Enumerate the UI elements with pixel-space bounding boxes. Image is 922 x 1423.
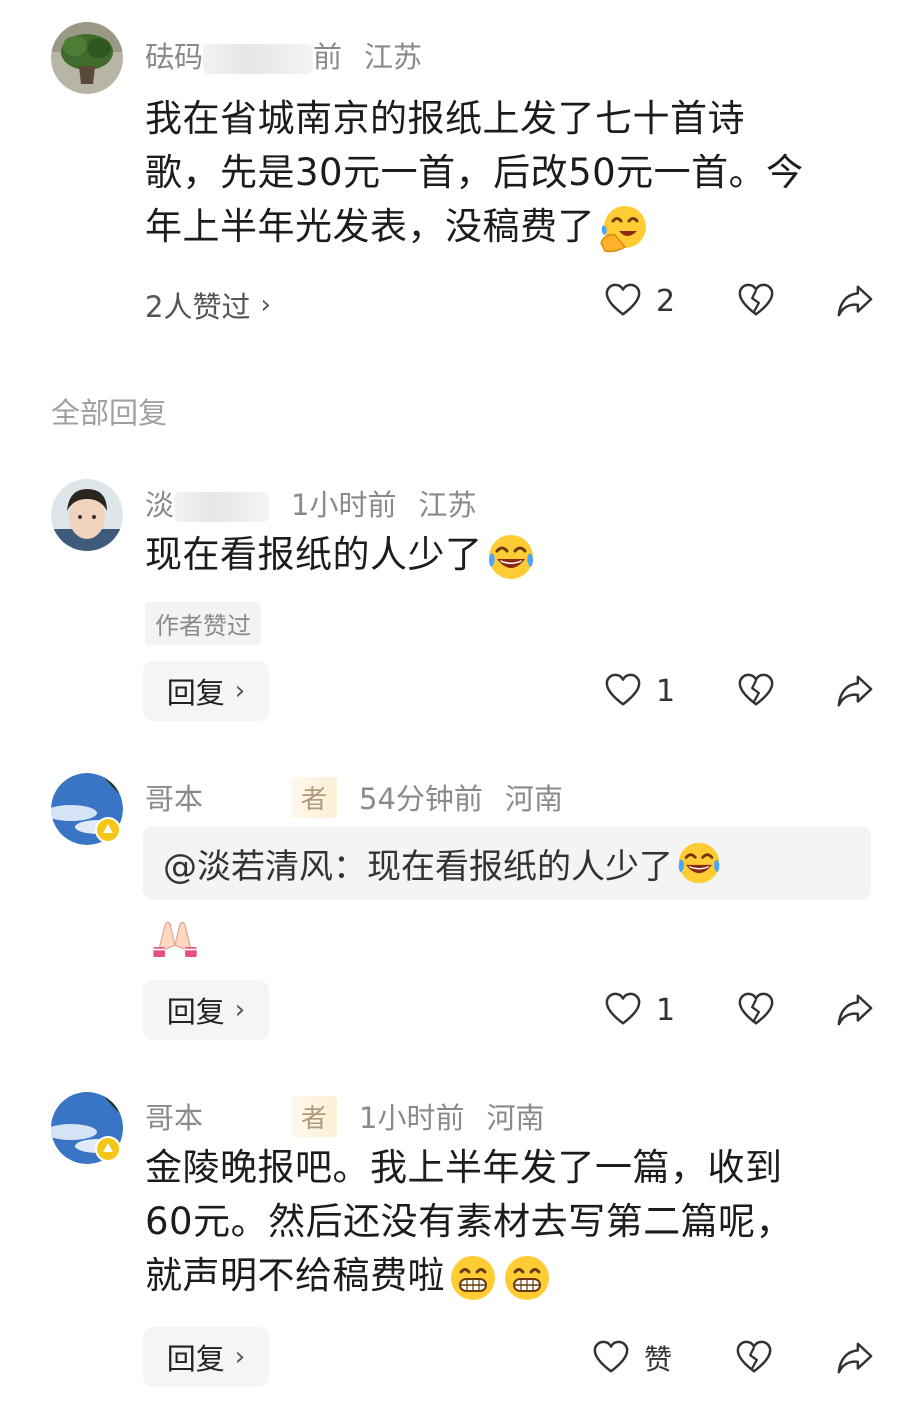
broken-heart-icon [737,991,775,1029]
grinning-face-emoji [501,1252,553,1304]
blurred-username [203,782,292,812]
location: 江苏 [364,40,423,74]
heart-icon [592,1339,630,1377]
tears-of-joy-emoji [675,839,723,887]
reply-line: 60元。然后还没有素材去写第二篇呢， [145,1200,794,1243]
dislike-button[interactable] [735,1339,773,1377]
share-button[interactable] [836,1339,874,1377]
username[interactable]: 哥本 [145,1095,203,1137]
like-button[interactable]: 1 [604,672,675,710]
dislike-button[interactable] [737,282,775,320]
chevron-right-icon: › [234,1342,246,1372]
clapping-hands-emoji [145,912,205,962]
broken-heart-icon [737,672,775,710]
time: 54分钟前 [359,782,483,816]
like-button[interactable]: 2 [604,282,675,320]
chevron-right-icon: › [234,995,246,1025]
reply-meta: 淡 1小时前 江苏 [145,482,476,524]
avatar[interactable] [51,1092,123,1164]
like-count: 1 [656,992,676,1028]
dislike-button[interactable] [737,991,775,1029]
username[interactable]: 砝码 [145,40,203,74]
user-tag: 者 [291,1095,338,1137]
heart-icon [604,672,642,710]
reply-button[interactable]: 回复 › [143,980,269,1040]
like-count: 2 [656,283,676,319]
quoted-reply[interactable]: @淡若清风：现在看报纸的人少了 [143,826,871,900]
like-button[interactable]: 赞 [592,1338,672,1378]
person-avatar-icon [51,479,123,551]
comment-line: 我在省城南京的报纸上发了七十首诗 [145,97,745,140]
share-icon [836,1339,874,1377]
tears-of-joy-emoji [485,531,537,583]
reply-button[interactable]: 回复 › [143,1327,269,1387]
avatar[interactable] [51,773,123,845]
reply-emoji [145,912,205,966]
like-label: 赞 [644,1343,673,1376]
dislike-button[interactable] [737,672,775,710]
heart-icon [604,991,642,1029]
reply-text-content: 现在看报纸的人少了 [145,533,483,576]
reply-button-label: 回复 [166,995,225,1029]
reply-line: 金陵晚报吧。我上半年发了一篇，收到 [145,1146,783,1189]
comment-meta: 砝码 前 江苏 [145,34,422,76]
broken-heart-icon [737,282,775,320]
chevron-right-icon: › [234,676,246,706]
blurred-username [174,492,270,522]
author-liked-badge: 作者赞过 [145,602,261,645]
quoted-reply-text: @淡若清风：现在看报纸的人少了 [163,846,673,887]
reply-meta: 哥本 者 54分钟前 河南 [145,776,563,818]
share-icon [836,672,874,710]
blurred-username [203,1101,292,1131]
location: 河南 [504,782,563,816]
likes-summary-link[interactable]: 2人赞过 › [145,284,271,326]
reply-text: 金陵晚报吧。我上半年发了一篇，收到 60元。然后还没有素材去写第二篇呢， 就声明… [145,1141,885,1304]
comment-actions: 2 [604,282,874,320]
like-count: 1 [656,673,676,709]
user-tag: 者 [291,776,338,818]
time: 1小时前 [291,488,397,522]
reply-actions: 赞 [592,1338,874,1378]
avatar[interactable] [51,22,123,94]
plant-avatar-icon [51,22,123,94]
time-fragment: 前 [313,40,343,74]
username[interactable]: 哥本 [145,776,203,818]
share-icon [836,282,874,320]
comment-line: 年上半年光发表，没稿费了 [145,205,595,248]
reply-actions: 1 [604,991,874,1029]
face-hand-over-mouth-laughing-emoji [597,203,649,255]
reply-line: 就声明不给稿费啦 [145,1254,445,1297]
comment-line: 歌，先是30元一首，后改50元一首。今 [145,151,804,194]
reply-button[interactable]: 回复 › [143,661,269,721]
reply-text: 现在看报纸的人少了 [145,528,537,583]
location: 江苏 [418,488,477,522]
comment-text: 我在省城南京的报纸上发了七十首诗 歌，先是30元一首，后改50元一首。今 年上半… [145,92,885,255]
avatar[interactable] [51,479,123,551]
reply-button-label: 回复 [166,676,225,710]
blurred-username [203,44,314,74]
location: 河南 [486,1101,545,1135]
share-button[interactable] [836,672,874,710]
like-button[interactable]: 1 [604,991,675,1029]
section-label: 全部回复 [51,396,168,430]
likes-summary: 2人赞过 [145,290,251,324]
username[interactable]: 淡 [145,488,174,522]
chevron-right-icon: › [260,290,271,320]
share-icon [836,991,874,1029]
level-badge-icon [95,817,121,843]
level-badge-icon [95,1136,121,1162]
grinning-face-emoji [447,1252,499,1304]
reply-button-label: 回复 [166,1342,225,1376]
share-button[interactable] [836,282,874,320]
time: 1小时前 [359,1101,465,1135]
reply-meta: 哥本 者 1小时前 河南 [145,1095,545,1137]
broken-heart-icon [735,1339,773,1377]
heart-icon [604,282,642,320]
reply-actions: 1 [604,672,874,710]
share-button[interactable] [836,991,874,1029]
